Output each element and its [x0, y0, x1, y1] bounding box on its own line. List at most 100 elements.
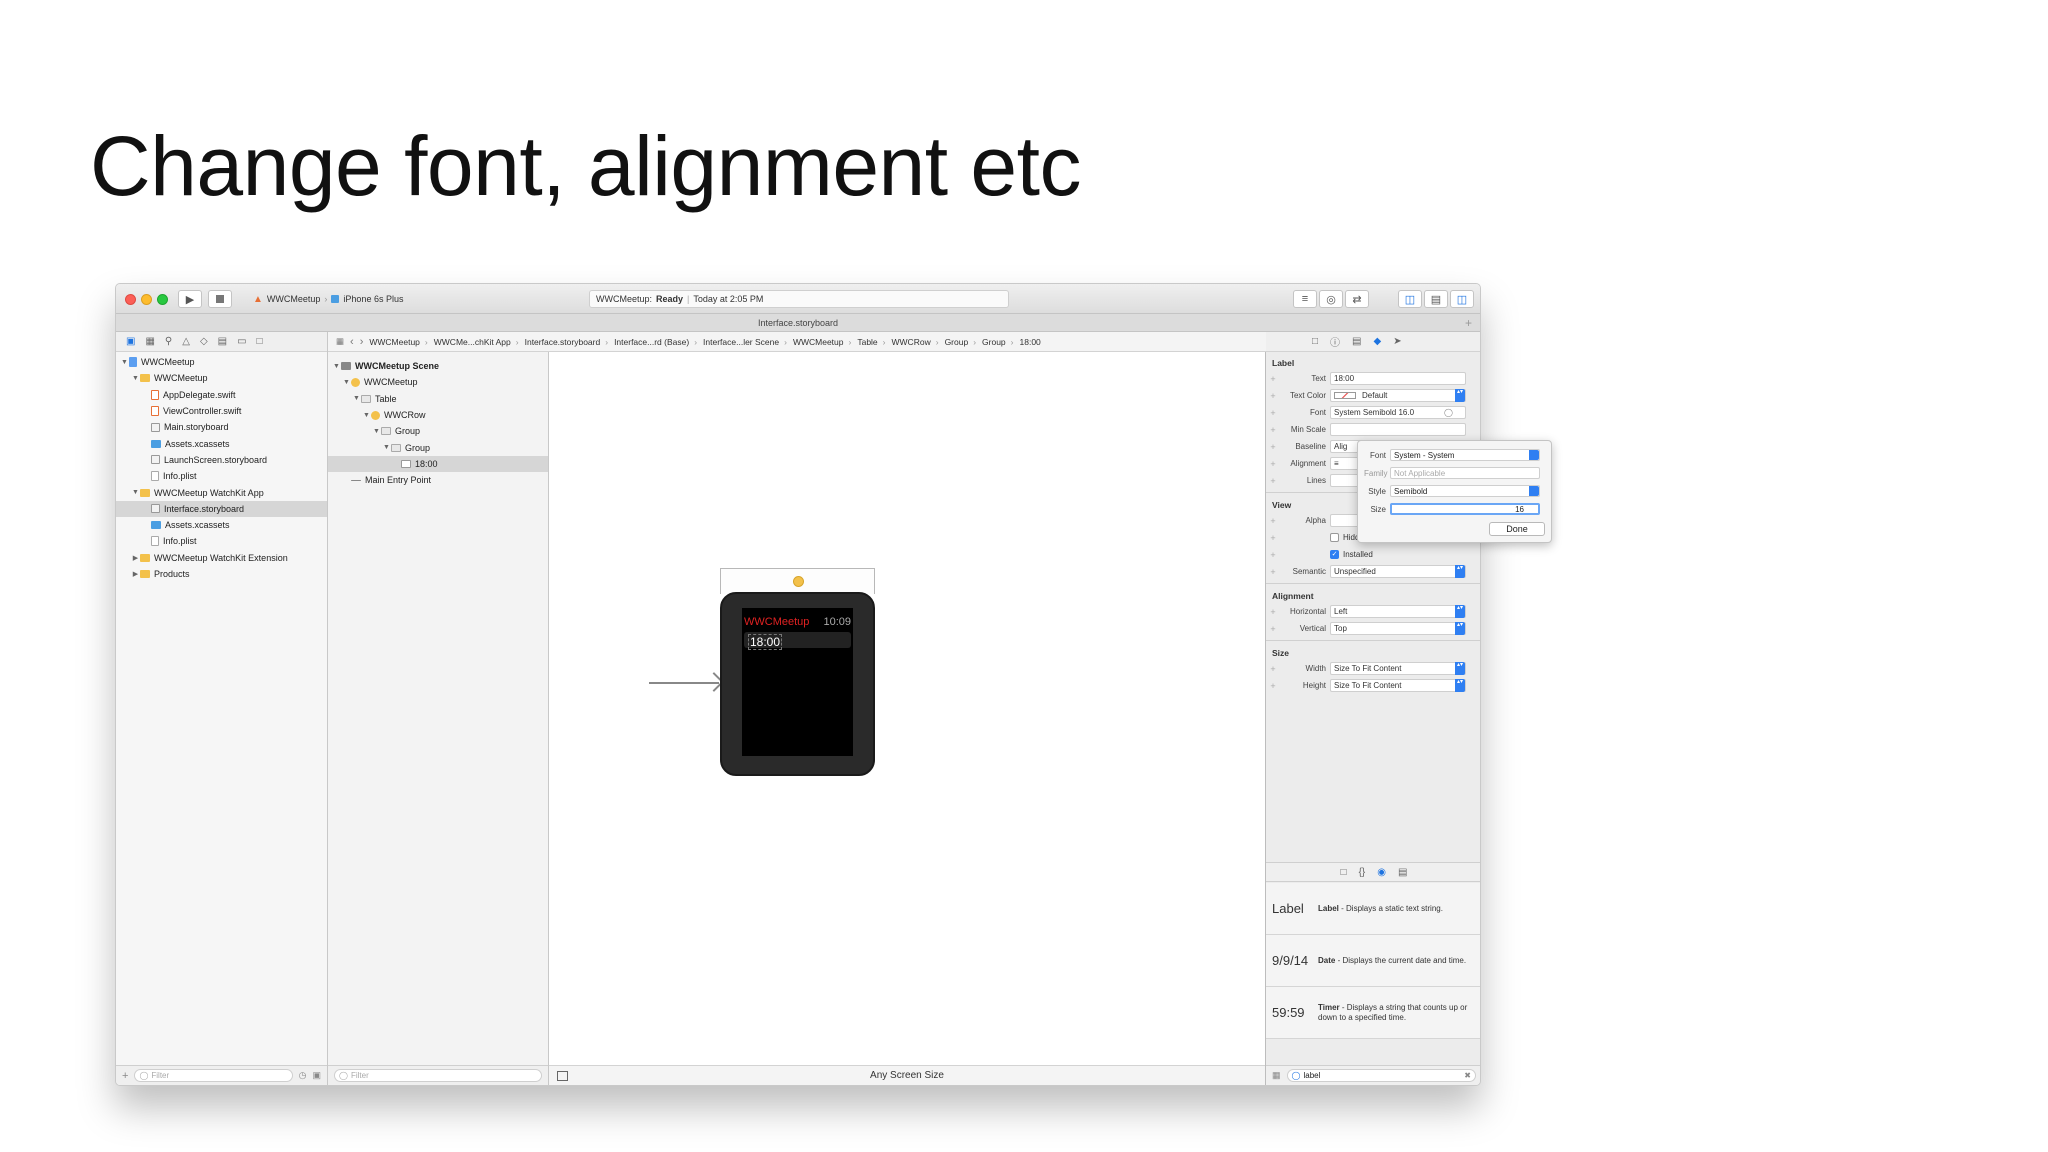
identity-icon[interactable]: ▤ [1352, 336, 1361, 347]
add-tab-icon[interactable]: + [1465, 314, 1472, 332]
navigator-item[interactable]: Main.storyboard [116, 419, 327, 435]
table-row[interactable]: 18:00 [744, 632, 851, 650]
breadcrumb-item[interactable]: Table [857, 337, 885, 347]
height-popup[interactable]: Size To Fit Content [1330, 679, 1466, 692]
report-icon[interactable]: □ [257, 336, 263, 347]
breadcrumb-item[interactable]: Group [945, 337, 976, 347]
navigator-item[interactable]: ▼ WWCMeetup WatchKit App [116, 484, 327, 500]
disclosure-triangle-icon[interactable]: ▼ [131, 375, 140, 382]
disclosure-triangle-icon[interactable]: ▼ [332, 363, 341, 370]
debug-toggle[interactable]: ▤ [1424, 290, 1448, 308]
symbol-icon[interactable]: ▦ [145, 336, 154, 347]
add-variation-icon[interactable]: + [1268, 391, 1278, 401]
add-variation-icon[interactable]: + [1268, 442, 1278, 452]
media-library-icon[interactable]: ▤ [1398, 867, 1407, 878]
time-label[interactable]: 18:00 [748, 634, 783, 650]
library-item[interactable]: 59:59 Timer - Displays a string that coun… [1266, 987, 1480, 1039]
help-icon[interactable]: ⓘ [1330, 334, 1340, 349]
test-icon[interactable]: ◇ [200, 336, 208, 347]
disclosure-triangle-icon[interactable]: ▶ [131, 570, 140, 578]
close-window-button[interactable] [125, 294, 136, 305]
outline-item[interactable]: ▼ Group [328, 439, 548, 455]
version-editor-button[interactable]: ⇄ [1345, 290, 1369, 308]
vertical-popup[interactable]: Top [1330, 622, 1466, 635]
debug-icon[interactable]: ▤ [218, 336, 227, 347]
attributes-icon[interactable]: ◆ [1374, 336, 1382, 347]
breadcrumb-item[interactable]: Group [982, 337, 1013, 347]
related-items-icon[interactable]: ▦ [336, 336, 344, 347]
add-variation-icon[interactable]: + [1268, 425, 1278, 435]
tab-interface-storyboard[interactable]: Interface.storyboard [758, 318, 838, 328]
semantic-popup[interactable]: Unspecified [1330, 565, 1466, 578]
text-color-popup[interactable]: Default [1330, 389, 1466, 402]
library-search-input[interactable]: ◯ label ✖ [1286, 1069, 1476, 1082]
navigator-item[interactable]: ▶ WWCMeetup WatchKit Extension [116, 550, 327, 566]
outline-filter-input[interactable]: ◯ Filter [334, 1069, 542, 1082]
zoom-window-button[interactable] [157, 294, 168, 305]
navigator-item[interactable]: Assets.xcassets [116, 435, 327, 451]
navigator-toggle[interactable]: ◫ [1398, 290, 1422, 308]
horizontal-popup[interactable]: Left [1330, 605, 1466, 618]
breadcrumb-item[interactable]: WWCMeetup [793, 337, 851, 347]
size-class[interactable]: Any Screen Size [870, 1070, 944, 1081]
text-field[interactable]: 18:00 [1330, 372, 1466, 385]
connections-icon[interactable]: ➤ [1393, 336, 1401, 347]
recent-files-icon[interactable]: ◷ [299, 1070, 307, 1081]
search-icon[interactable]: ⚲ [165, 336, 172, 347]
popover-font-popup[interactable]: System - System [1390, 449, 1540, 461]
add-variation-icon[interactable]: + [1268, 567, 1278, 577]
minimize-window-button[interactable] [141, 294, 152, 305]
breadcrumb-item[interactable]: WWCMeetup [369, 337, 427, 347]
stop-button[interactable] [208, 290, 232, 308]
back-icon[interactable]: ‹ [350, 336, 354, 348]
utilities-toggle[interactable]: ◫ [1450, 290, 1474, 308]
navigator-item[interactable]: Interface.storyboard [116, 500, 327, 517]
run-button[interactable]: ▶ [178, 290, 202, 308]
forward-icon[interactable]: › [360, 336, 364, 348]
outline-item[interactable]: ▼ WWCMeetup Scene [328, 358, 548, 374]
add-variation-icon[interactable]: + [1268, 664, 1278, 674]
add-variation-icon[interactable]: + [1268, 550, 1278, 560]
disclosure-triangle-icon[interactable]: ▼ [372, 428, 381, 435]
outline-item[interactable]: ▼ Group [328, 423, 548, 439]
disclosure-triangle-icon[interactable]: ▼ [120, 359, 129, 366]
add-variation-icon[interactable]: + [1268, 624, 1278, 634]
controller-icon[interactable] [793, 576, 804, 587]
add-icon[interactable]: + [122, 1070, 128, 1082]
clear-icon[interactable]: ✖ [1464, 1071, 1471, 1080]
folder-icon[interactable]: ▣ [126, 336, 135, 347]
font-picker-icon[interactable]: ◯ [1444, 408, 1453, 417]
navigator-item[interactable]: ViewController.swift [116, 403, 327, 419]
add-variation-icon[interactable]: + [1268, 533, 1278, 543]
breadcrumb-item[interactable]: 18:00 [1020, 337, 1046, 347]
outline-item[interactable]: ▼ Table [328, 391, 548, 407]
breadcrumb-item[interactable]: WWCMe...chKit App [434, 337, 519, 347]
breakpoint-icon[interactable]: ▭ [237, 336, 246, 347]
outline-item[interactable]: ▼ WWCRow [328, 407, 548, 423]
outline-item[interactable]: Main Entry Point [328, 472, 548, 488]
add-variation-icon[interactable]: + [1268, 516, 1278, 526]
min-scale-field[interactable] [1330, 423, 1466, 436]
navigator-filter-input[interactable]: ◯ Filter [134, 1069, 293, 1082]
outline-item[interactable]: 18:00 [328, 455, 548, 473]
disclosure-triangle-icon[interactable]: ▼ [352, 395, 361, 402]
popover-family-popup[interactable]: Not Applicable [1390, 467, 1540, 479]
popover-style-popup[interactable]: Semibold [1390, 485, 1540, 497]
navigator-item[interactable]: LaunchScreen.storyboard [116, 452, 327, 468]
popover-size-field[interactable]: 16 [1390, 503, 1540, 515]
breadcrumb-item[interactable]: Interface...ler Scene [703, 337, 787, 347]
library-item[interactable]: 9/9/14 Date - Displays the current date a… [1266, 935, 1480, 987]
navigator-item[interactable]: AppDelegate.swift [116, 387, 327, 403]
navigator-item[interactable]: Info.plist [116, 468, 327, 484]
disclosure-triangle-icon[interactable]: ▶ [131, 554, 140, 562]
width-popup[interactable]: Size To Fit Content [1330, 662, 1466, 675]
object-library-icon[interactable]: ◉ [1377, 867, 1386, 878]
scheme-selector[interactable]: ▲ WWCMeetup › iPhone 6s Plus [253, 290, 403, 308]
file-icon[interactable]: □ [1312, 336, 1318, 347]
align-left-icon[interactable]: ≡ [1334, 459, 1339, 468]
scm-filter-icon[interactable]: ▣ [312, 1070, 321, 1081]
disclosure-triangle-icon[interactable]: ▼ [382, 444, 391, 451]
navigator-item[interactable]: ▼ WWCMeetup [116, 370, 327, 386]
installed-checkbox[interactable]: ✓ Installed [1330, 550, 1373, 559]
navigator-item[interactable]: ▼ WWCMeetup [116, 354, 327, 370]
